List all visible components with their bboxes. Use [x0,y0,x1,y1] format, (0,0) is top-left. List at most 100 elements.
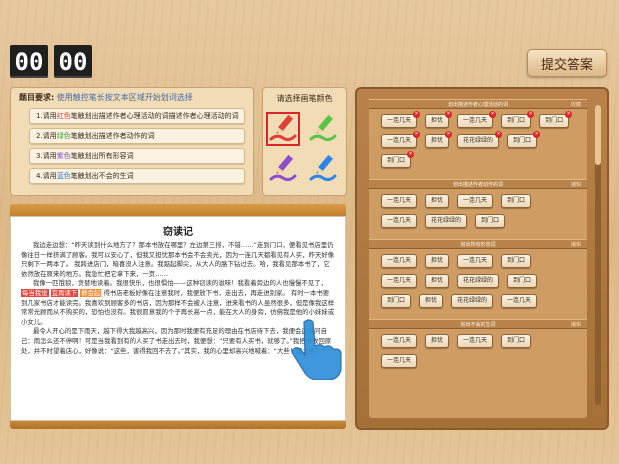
answer-chip-row: 一连几天 × 担忧 × 一连几天 × 到门口 × 到门口 × 一连几天 × 担忧 × 花花绿绿的 × 到门口 × 到… [369,109,587,173]
question-item-color: 蓝色 [56,172,71,180]
answer-group-header: 划出不会的生词 编辑 [369,319,587,329]
answer-group-action[interactable]: 编辑 [571,181,581,188]
answer-chip-label: 到门口 [513,137,532,144]
answer-chip-label: 担忧 [431,137,444,144]
question-item-text: 笔触划出描述作者动作的词 [70,132,155,140]
answer-group-header: 划出所有形容词 编辑 [369,239,587,249]
answer-chip-label: 一连几天 [463,117,488,124]
answer-chip-label: 一连几天 [463,197,488,204]
answer-chip[interactable]: 一连几天 × [457,111,497,128]
answer-chip[interactable]: 花花绿绿的 [457,274,500,288]
answer-chip-label: 到门口 [387,157,406,164]
remove-chip-icon[interactable]: × [533,131,541,138]
remove-chip-icon[interactable]: × [565,111,573,118]
answer-chip[interactable]: 一连几天 × [381,111,421,128]
reading-paragraph[interactable]: 我边走边想：“昨天读到什么地方了？那本书放在哪里？左边第三排，不错……”走到门口… [21,241,335,279]
answer-chip-label: 花花绿绿的 [463,137,494,144]
remove-chip-icon[interactable]: × [413,111,421,118]
answer-chip[interactable]: 一连几天 [381,274,418,288]
answer-chip[interactable]: 担忧 [425,274,450,288]
answer-chip-label: 担忧 [431,117,444,124]
remove-chip-icon[interactable]: × [413,131,421,138]
answer-chip-label: 花花绿绿的 [457,297,488,304]
remove-chip-icon[interactable]: × [407,151,415,158]
answer-group: 划出所有形容词 编辑 一连几天 担忧 一连几天 到门口 一连几天 担忧 花花绿绿的 到门口 到门口担… [369,239,587,313]
remove-chip-icon[interactable]: × [489,111,497,118]
submit-answer-button[interactable]: 提交答案 [527,49,607,77]
answer-chip-label: 担忧 [431,277,444,284]
answer-chip[interactable]: 担忧 [419,294,444,308]
answer-chip[interactable]: 一连几天 × [381,131,421,148]
answer-chip[interactable]: 到门口 [501,194,532,208]
pen-blue-icon[interactable] [306,152,340,186]
question-item-prefix: 4.请用 [36,172,57,180]
remove-chip-icon[interactable]: × [527,111,535,118]
answer-chip-label: 一连几天 [507,297,532,304]
answer-chip-label: 花花绿绿的 [463,277,494,284]
answer-chip[interactable]: 一连几天 [457,334,494,348]
answer-chip-label: 到门口 [507,197,526,204]
answer-group: 划出不会的生词 编辑 一连几天 担忧 一连几天 到门口 一连几天 [369,319,587,373]
answer-group-action[interactable]: 编辑 [571,241,581,248]
answer-chip[interactable]: 一连几天 [381,254,418,268]
answer-chip-row: 一连几天 担忧 一连几天 到门口 一连几天 担忧 花花绿绿的 到门口 到门口 担忧 花花绿绿的 一连几… [369,249,587,313]
answer-chip[interactable]: 担忧 [425,254,450,268]
answer-chip[interactable]: 一连几天 [457,254,494,268]
answer-chip-label: 一连几天 [463,257,488,264]
answer-group-action[interactable]: 编辑 [571,321,581,328]
answer-chip[interactable]: 担忧 [425,334,450,348]
scroll-thumb[interactable] [595,105,601,165]
reading-paragraph[interactable]: 最令人开心的是下雨天，越下得大我越高兴，因为那时我便有充足的理由在书店待下去，我… [21,327,335,356]
answer-group-action[interactable]: 收藏 [571,101,581,108]
question-item: 3.请用紫色笔触划出所有形容词 [29,148,245,164]
pen-purple-icon[interactable] [266,152,300,186]
answer-chip[interactable]: 到门口 [475,214,506,228]
pen-color-title: 请选择画笔颜色 [276,94,333,103]
answer-scrollbar[interactable] [595,105,601,405]
answer-chip-label: 担忧 [431,197,444,204]
answer-chip[interactable]: 一连几天 [457,194,494,208]
answer-chip[interactable]: 一连几天 [381,334,418,348]
pen-red-icon[interactable] [266,112,300,146]
question-item-prefix: 3.请用 [36,152,57,160]
answer-group-title: 划出不会的生词 [460,321,496,328]
answer-chip-label: 到门口 [507,117,526,124]
answer-chip[interactable]: 到门口 × [381,151,415,168]
answer-chip[interactable]: 到门口 × [507,131,541,148]
answer-panel: 划出描述作者心理活动的词 收藏 一连几天 × 担忧 × 一连几天 × 到门口 × 到门口 × 一连几天 ×… [355,87,609,430]
pen-green-icon[interactable] [306,112,340,146]
answer-chip[interactable]: 花花绿绿的 [451,294,494,308]
remove-chip-icon[interactable]: × [445,131,453,138]
answer-chip[interactable]: 到门口 [501,334,532,348]
answer-chip[interactable]: 到门口 [501,254,532,268]
answer-chip[interactable]: 一连几天 [381,194,418,208]
answer-chip[interactable]: 到门口 × [501,111,535,128]
answer-chip[interactable]: 到门口 [507,274,538,288]
answer-chip[interactable]: 担忧 × [425,111,453,128]
reading-paragraph[interactable]: 我像一匹饿狼，贪婪地读着。我很快乐，也很惧怕——这种窃读的滋味！我看着旁边的人也… [21,279,335,327]
answer-chip[interactable]: 担忧 × [425,131,453,148]
answer-chip[interactable]: 到门口 [381,294,412,308]
reading-p6[interactable]: 最令人开心的是下雨天，越下得大我越高兴，因为那时我便有充足的理由在书店待下去，我… [21,327,331,354]
reading-p4[interactable]: 得书店老板好像在注意我时，我便放下书，走出去，再走进别家。 [103,289,288,297]
answer-chip-label: 到门口 [513,277,532,284]
answer-chip-label: 到门口 [545,117,564,124]
reading-p3[interactable]: 我像一匹饿狼，贪婪地读着。我很快乐，也很惧怕——这种窃读的滋味！我看着旁边的人也… [33,279,327,287]
question-item-color: 紫色 [56,152,71,160]
answer-chip[interactable]: 到门口 × [539,111,573,128]
countdown-timer: 00 00 [10,45,92,78]
highlight-orange[interactable]: 静会起 [80,288,102,297]
answer-chip[interactable]: 花花绿绿的 × [457,131,503,148]
answer-chip[interactable]: 花花绿绿的 [425,214,468,228]
answer-chip[interactable]: 一连几天 [381,354,418,368]
highlight-red[interactable]: 每当我觉 [21,288,49,297]
answer-group-title: 划出描述作者心理活动的词 [447,101,508,108]
answer-chip[interactable]: 一连几天 [381,214,418,228]
highlight-red[interactable]: 宜再读下 [50,288,79,297]
answer-chip[interactable]: 担忧 [425,194,450,208]
answer-chip[interactable]: 一连几天 [501,294,538,308]
answer-chip-label: 到门口 [507,337,526,344]
timer-minutes: 00 [10,45,48,78]
remove-chip-icon[interactable]: × [445,111,453,118]
remove-chip-icon[interactable]: × [495,131,503,138]
